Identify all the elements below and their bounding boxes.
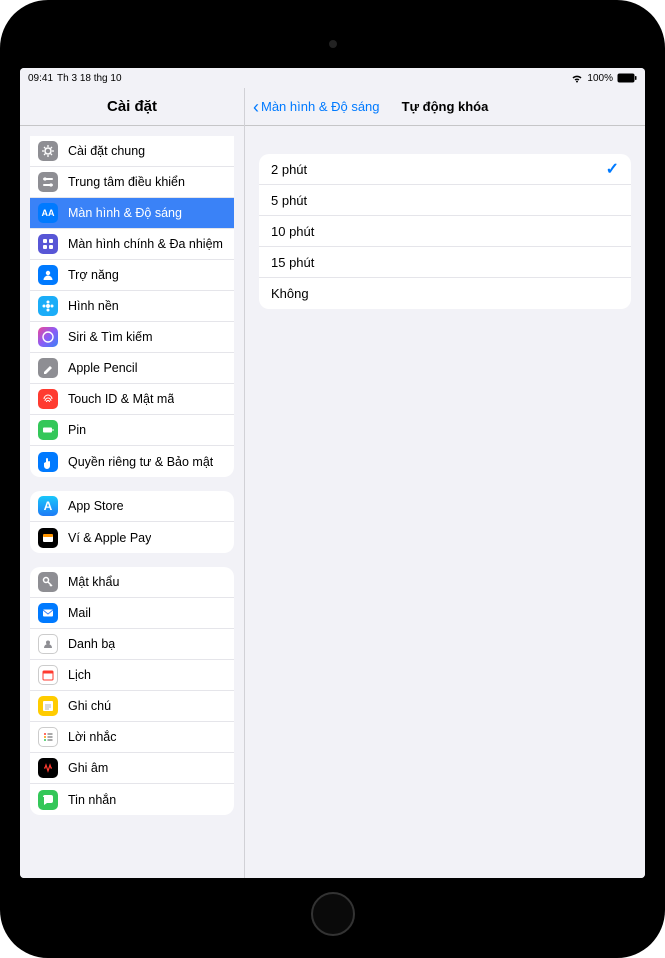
sidebar-item-messages[interactable]: Tin nhắn <box>30 784 234 815</box>
calendar-icon <box>38 665 58 685</box>
sidebar-item-label: Trợ năng <box>68 268 119 282</box>
sidebar-group: Cài đặt chung Trung tâm điều khiển AA Màn h… <box>30 136 234 477</box>
sidebar-item-notes[interactable]: Ghi chú <box>30 691 234 722</box>
general-icon <box>38 141 58 161</box>
sidebar-item-label: Tin nhắn <box>68 793 116 807</box>
siri-icon <box>38 327 58 347</box>
option-label: 5 phút <box>271 193 307 208</box>
pencil-icon <box>38 358 58 378</box>
chevron-left-icon: ‹ <box>253 98 259 116</box>
option-label: 10 phút <box>271 224 314 239</box>
sidebar-item-home-screen[interactable]: Màn hình chính & Đa nhiệm <box>30 229 234 260</box>
sidebar-item-label: Ghi chú <box>68 699 111 713</box>
home-screen-icon <box>38 234 58 254</box>
notes-icon <box>38 696 58 716</box>
sidebar-item-control-center[interactable]: Trung tâm điều khiển <box>30 167 234 198</box>
wallpaper-icon <box>38 296 58 316</box>
sidebar-group: A App Store Ví & Apple Pay <box>30 491 234 553</box>
touchid-icon <box>38 389 58 409</box>
sidebar-item-label: Apple Pencil <box>68 361 138 375</box>
sidebar-item-accessibility[interactable]: Trợ năng <box>30 260 234 291</box>
status-time: 09:41 <box>28 73 53 84</box>
battery-percent: 100% <box>587 73 613 84</box>
sidebar-item-label: Ghi âm <box>68 761 108 775</box>
autolock-option[interactable]: Không <box>259 278 631 309</box>
settings-sidebar: Cài đặt Cài đặt chung Trung tâm điều khiể… <box>20 88 245 878</box>
sidebar-item-calendar[interactable]: Lịch <box>30 660 234 691</box>
sidebar-item-label: Cài đặt chung <box>68 144 145 158</box>
sidebar-item-general[interactable]: Cài đặt chung <box>30 136 234 167</box>
autolock-option[interactable]: 5 phút <box>259 185 631 216</box>
sidebar-item-label: Màn hình chính & Đa nhiệm <box>68 237 223 251</box>
sidebar-item-label: Mail <box>68 606 91 620</box>
sidebar-item-appstore[interactable]: A App Store <box>30 491 234 522</box>
camera-dot <box>329 40 337 48</box>
back-button[interactable]: ‹ Màn hình & Độ sáng <box>253 98 380 116</box>
reminders-icon <box>38 727 58 747</box>
back-label: Màn hình & Độ sáng <box>261 99 380 114</box>
sidebar-item-wallpaper[interactable]: Hình nền <box>30 291 234 322</box>
sidebar-scroll[interactable]: Cài đặt chung Trung tâm điều khiển AA Màn h… <box>20 126 244 878</box>
wifi-icon <box>571 74 583 83</box>
sidebar-group: Mật khẩu Mail Danh bạ Lịch Ghi chú Lời nhắc Gh… <box>30 567 234 815</box>
sidebar-item-label: Trung tâm điều khiển <box>68 175 185 189</box>
sidebar-item-label: App Store <box>68 499 124 513</box>
ipad-frame: 09:41 Th 3 18 thg 10 100% Cài đặt Cài đặ… <box>0 0 665 958</box>
messages-icon <box>38 790 58 810</box>
detail-nav: ‹ Màn hình & Độ sáng Tự động khóa <box>245 88 645 126</box>
sidebar-item-label: Lịch <box>68 668 91 682</box>
sidebar-item-label: Màn hình & Độ sáng <box>68 206 182 220</box>
sidebar-item-contacts[interactable]: Danh bạ <box>30 629 234 660</box>
option-label: Không <box>271 286 309 301</box>
privacy-icon <box>38 452 58 472</box>
sidebar-item-label: Quyền riêng tư & Bảo mật <box>68 455 213 469</box>
sidebar-item-label: Touch ID & Mật mã <box>68 392 174 406</box>
sidebar-item-reminders[interactable]: Lời nhắc <box>30 722 234 753</box>
sidebar-item-label: Ví & Apple Pay <box>68 531 151 545</box>
status-bar: 09:41 Th 3 18 thg 10 100% <box>20 68 645 88</box>
detail-pane: ‹ Màn hình & Độ sáng Tự động khóa 2 phút… <box>245 88 645 878</box>
autolock-option[interactable]: 10 phút <box>259 216 631 247</box>
sidebar-item-touchid[interactable]: Touch ID & Mật mã <box>30 384 234 415</box>
battery-icon <box>617 73 637 83</box>
appstore-icon: A <box>38 496 58 516</box>
autolock-option[interactable]: 2 phút ✓ <box>259 154 631 185</box>
battery-icon <box>38 420 58 440</box>
option-label: 15 phút <box>271 255 314 270</box>
wallet-icon <box>38 528 58 548</box>
autolock-option[interactable]: 15 phút <box>259 247 631 278</box>
option-label: 2 phút <box>271 162 307 177</box>
sidebar-item-pencil[interactable]: Apple Pencil <box>30 353 234 384</box>
check-icon: ✓ <box>606 159 619 179</box>
home-button[interactable] <box>311 892 355 936</box>
control-center-icon <box>38 172 58 192</box>
contacts-icon <box>38 634 58 654</box>
sidebar-item-label: Danh bạ <box>68 637 115 651</box>
sidebar-item-passwords[interactable]: Mật khẩu <box>30 567 234 598</box>
voicememos-icon <box>38 758 58 778</box>
sidebar-item-voicememos[interactable]: Ghi âm <box>30 753 234 784</box>
accessibility-icon <box>38 265 58 285</box>
status-date: Th 3 18 thg 10 <box>57 73 122 84</box>
passwords-icon <box>38 572 58 592</box>
display-icon: AA <box>38 203 58 223</box>
sidebar-item-label: Pin <box>68 423 86 437</box>
mail-icon <box>38 603 58 623</box>
sidebar-item-display[interactable]: AA Màn hình & Độ sáng <box>30 198 234 229</box>
sidebar-item-label: Lời nhắc <box>68 730 117 744</box>
screen: 09:41 Th 3 18 thg 10 100% Cài đặt Cài đặ… <box>20 68 645 878</box>
sidebar-item-label: Mật khẩu <box>68 575 119 589</box>
sidebar-item-label: Hình nền <box>68 299 119 313</box>
sidebar-item-siri[interactable]: Siri & Tìm kiếm <box>30 322 234 353</box>
sidebar-item-privacy[interactable]: Quyền riêng tư & Bảo mật <box>30 446 234 477</box>
sidebar-item-battery[interactable]: Pin <box>30 415 234 446</box>
sidebar-title: Cài đặt <box>20 88 244 126</box>
sidebar-item-label: Siri & Tìm kiếm <box>68 330 153 344</box>
autolock-options: 2 phút ✓ 5 phút 10 phút 15 phút Không <box>259 154 631 309</box>
sidebar-item-wallet[interactable]: Ví & Apple Pay <box>30 522 234 553</box>
sidebar-item-mail[interactable]: Mail <box>30 598 234 629</box>
